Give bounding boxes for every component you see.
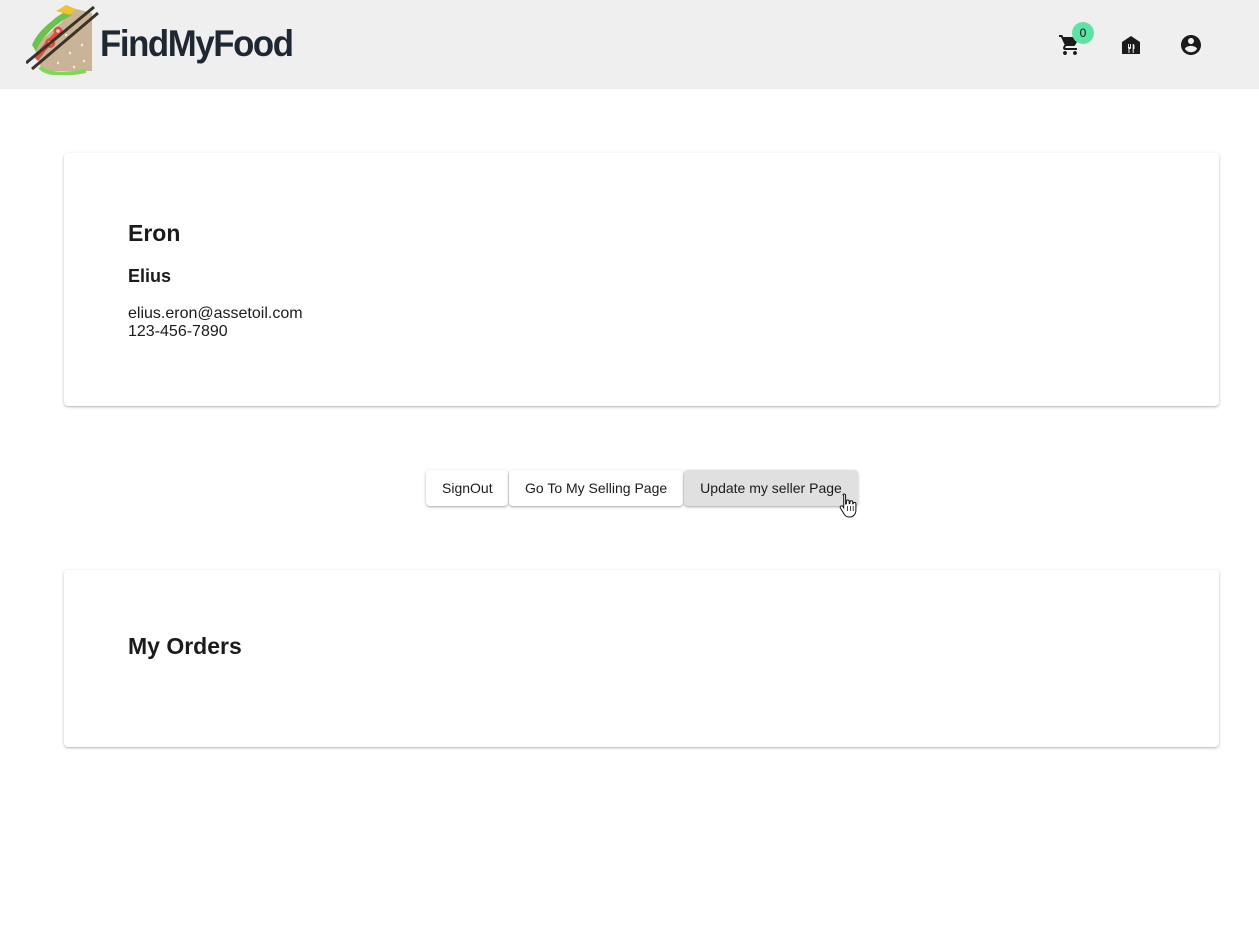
account-circle-icon[interactable] <box>1179 33 1203 57</box>
brand-logo[interactable]: FindMyFood <box>26 5 316 77</box>
profile-card: Eron Elius elius.eron@assetoil.com 123-4… <box>64 153 1219 406</box>
top-app-bar: FindMyFood 0 <box>0 0 1259 89</box>
cart-count-badge: 0 <box>1072 22 1094 44</box>
brand-name: FindMyFood <box>100 23 294 64</box>
orders-title: My Orders <box>128 633 242 659</box>
profile-first-name: Elius <box>128 266 172 286</box>
profile-phone: 123-456-7890 <box>128 323 228 340</box>
orders-card: My Orders <box>64 570 1219 747</box>
go-to-selling-page-button[interactable]: Go To My Selling Page <box>509 470 683 506</box>
profile-last-name: Eron <box>128 220 181 246</box>
sandwich-logo-icon <box>26 5 99 75</box>
profile-email: elius.eron@assetoil.com <box>128 305 303 322</box>
store-icon[interactable] <box>1119 33 1143 57</box>
signout-button[interactable]: SignOut <box>426 470 508 506</box>
update-seller-page-button[interactable]: Update my seller Page <box>684 470 858 506</box>
